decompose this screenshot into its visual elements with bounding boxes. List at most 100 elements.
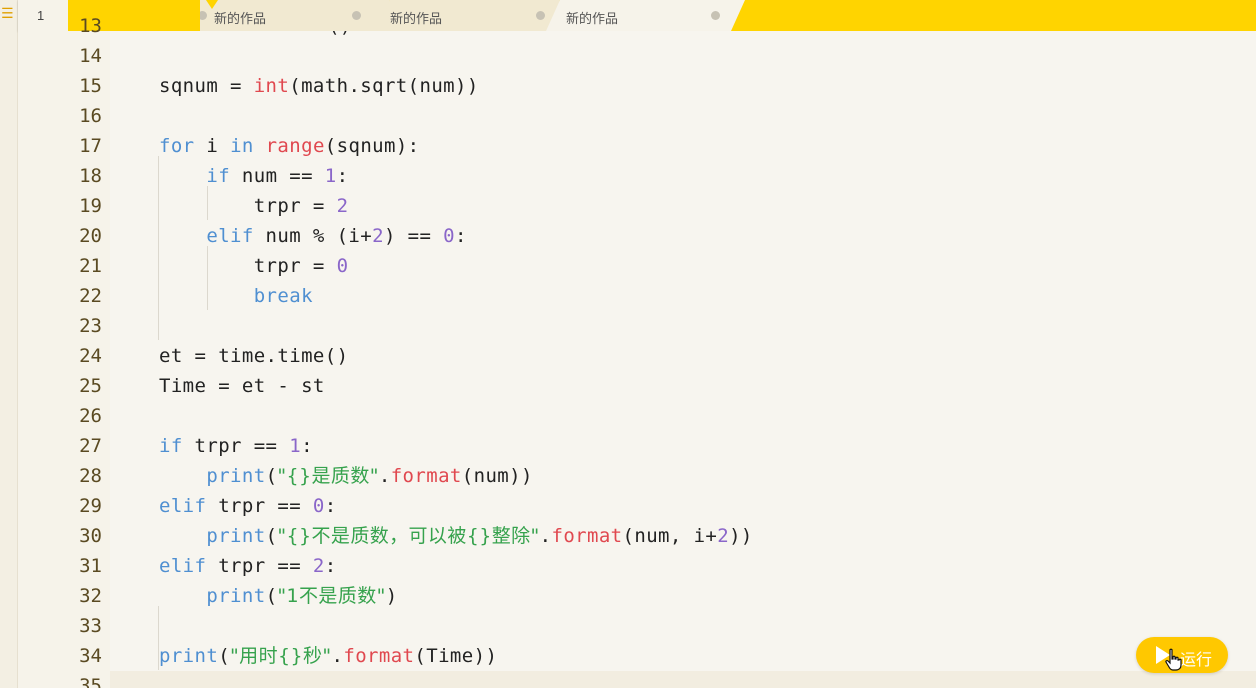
code-token: et = time.time() xyxy=(159,345,349,367)
code-token: trpr == xyxy=(182,435,290,457)
code-line: print("用时{}秒".format(Time)) xyxy=(159,641,497,671)
line-number: 16 xyxy=(79,105,102,127)
code-token: ) xyxy=(385,585,398,607)
tab-3-active[interactable]: 新的作品 xyxy=(545,0,745,31)
keyword-token: elif xyxy=(206,225,254,247)
tab-1-label: 新的作品 xyxy=(214,11,267,26)
tab-3-close-dot[interactable] xyxy=(711,11,720,20)
code-line: et = time.time() xyxy=(159,341,348,371)
string-token: "{}是质数" xyxy=(277,465,379,487)
string-token: "用时{}秒" xyxy=(230,645,332,667)
run-button[interactable]: 运行 xyxy=(1136,637,1228,673)
line-number: 17 xyxy=(79,135,102,157)
line-number: 19 xyxy=(79,195,102,217)
code-line: () xyxy=(328,31,352,41)
line-number: 22 xyxy=(79,285,102,307)
code-token: trpr = xyxy=(159,195,337,217)
number-token: 1 xyxy=(324,165,337,187)
code-token: trpr == xyxy=(206,495,313,517)
code-editor[interactable]: () sqnum = int(math.sqrt(num)) for i in ra… xyxy=(110,31,1256,688)
code-token: . xyxy=(331,645,344,667)
run-button-label: 运行 xyxy=(1180,650,1213,669)
line-number: 18 xyxy=(79,165,102,187)
code-token: Time = et - st xyxy=(159,375,325,397)
current-line-highlight xyxy=(110,671,1256,688)
line-number: 35 xyxy=(79,675,102,688)
code-token: : xyxy=(324,495,337,517)
code-token: trpr = xyxy=(159,255,337,277)
code-token: )) xyxy=(729,525,753,547)
code-token: : xyxy=(324,555,337,577)
tab-2-close-dot[interactable] xyxy=(536,11,545,20)
code-token: num == xyxy=(230,165,325,187)
code-token: num % (i+ xyxy=(253,225,373,247)
number-token: 1 xyxy=(289,435,302,457)
code-token: (num)) xyxy=(461,465,533,487)
line-number: 14 xyxy=(79,45,102,67)
code-line: trpr = 2 xyxy=(159,191,348,221)
hand-pointer-icon xyxy=(1165,648,1182,671)
code-line: if num == 1: xyxy=(159,161,348,191)
line-number: 29 xyxy=(79,495,102,517)
keyword-token: elif xyxy=(159,555,207,577)
code-token: : xyxy=(455,225,467,247)
tab-2[interactable]: 新的作品 xyxy=(370,0,560,31)
line-number: 31 xyxy=(79,555,102,577)
line-number-gutter: 13 14 15 16 17 18 19 20 21 22 23 24 25 26 27 28 29 30 31 32… xyxy=(18,15,110,688)
code-line: break xyxy=(159,281,313,311)
keyword-token: print xyxy=(206,465,266,487)
menu-icon[interactable]: ☰ xyxy=(0,6,18,22)
code-line: sqnum = int(math.sqrt(num)) xyxy=(159,71,479,101)
line-number: 26 xyxy=(79,405,102,427)
code-line: print("{}不是质数，可以被{}整除".format(num, i+2)) xyxy=(159,521,753,551)
code-line: print("1不是质数") xyxy=(159,581,398,611)
keyword-token: for xyxy=(159,135,195,157)
code-token: ( xyxy=(265,525,278,547)
code-line: elif num % (i+2) == 0: xyxy=(159,221,467,251)
keyword-token: elif xyxy=(159,495,207,517)
line-number: 30 xyxy=(79,525,102,547)
tab-1-close-dot[interactable] xyxy=(198,11,207,20)
line-number: 25 xyxy=(79,375,102,397)
code-token: . xyxy=(539,525,552,547)
left-rail: ☰ xyxy=(0,0,18,688)
line-number: 13 xyxy=(79,15,102,37)
code-line: Time = et - st xyxy=(159,371,325,401)
builtin-token: format xyxy=(343,645,415,667)
code-token: (math.sqrt(num)) xyxy=(289,75,479,97)
number-token: 0 xyxy=(312,495,325,517)
tab-1-close-dot[interactable] xyxy=(352,11,361,20)
keyword-token: print xyxy=(206,585,266,607)
code-token: (num, i+ xyxy=(622,525,718,547)
tab-bar: 1 新的作品 新的作品 新的作品 xyxy=(18,0,1256,31)
keyword-token: if xyxy=(159,435,183,457)
code-token: : xyxy=(301,435,313,457)
code-line: elif trpr == 2: xyxy=(159,551,337,581)
code-token: ( xyxy=(265,465,278,487)
keyword-token: print xyxy=(206,525,266,547)
tab-1[interactable]: 新的作品 xyxy=(200,0,390,31)
line-number: 21 xyxy=(79,255,102,277)
number-token: 2 xyxy=(336,195,349,217)
line-number: 24 xyxy=(79,345,102,367)
number-token: 0 xyxy=(336,255,349,277)
line-number: 27 xyxy=(79,435,102,457)
builtin-token: int xyxy=(253,75,290,97)
code-line: print("{}是质数".format(num)) xyxy=(159,461,533,491)
code-token: ( xyxy=(218,645,231,667)
tab-2-label: 新的作品 xyxy=(390,11,443,26)
code-line: if trpr == 1: xyxy=(159,431,313,461)
code-token: (sqnum): xyxy=(324,135,420,157)
number-token: 0 xyxy=(443,225,455,247)
code-token: i xyxy=(194,135,231,157)
line-number: 33 xyxy=(79,615,102,637)
builtin-token: format xyxy=(551,525,623,547)
code-token: (Time)) xyxy=(414,645,498,667)
number-token: 2 xyxy=(312,555,325,577)
line-number: 15 xyxy=(79,75,102,97)
code-line: elif trpr == 0: xyxy=(159,491,337,521)
